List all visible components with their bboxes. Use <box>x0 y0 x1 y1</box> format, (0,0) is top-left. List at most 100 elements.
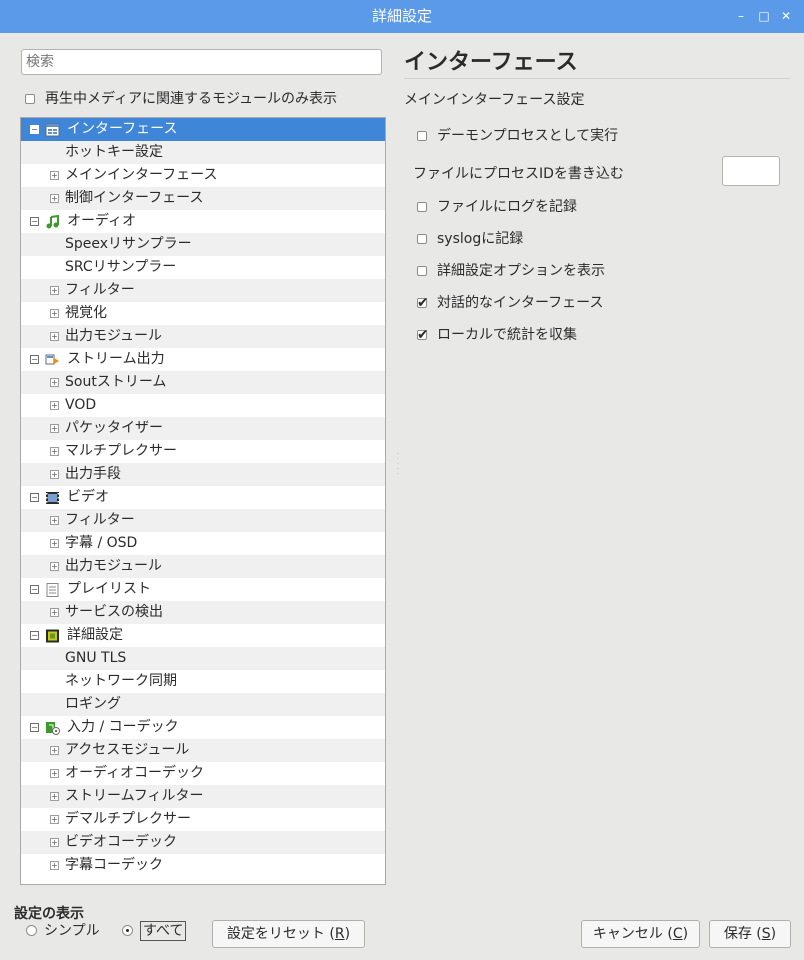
splitter-handle[interactable]: · · · · · <box>397 452 399 478</box>
interactive-checkbox[interactable]: ✔ <box>417 295 429 311</box>
tree-item[interactable]: + ストリームフィルター <box>21 785 385 808</box>
tree-item[interactable]: − 入力 / コーデック <box>21 716 385 739</box>
expand-icon[interactable]: + <box>50 194 59 203</box>
expand-icon[interactable]: + <box>50 332 59 341</box>
log-file-checkbox[interactable] <box>417 202 427 212</box>
tree-item[interactable]: + フィルター <box>21 279 385 302</box>
tree-item[interactable]: + 字幕 / OSD <box>21 532 385 555</box>
tree-item[interactable]: + 字幕コーデック <box>21 854 385 877</box>
tree-item[interactable]: + ビデオコーデック <box>21 831 385 854</box>
tree-item[interactable]: + 制御インターフェース <box>21 187 385 210</box>
stats-checkbox[interactable]: ✔ <box>417 327 429 343</box>
tree-item[interactable]: + 出力モジュール <box>21 325 385 348</box>
collapse-icon[interactable]: − <box>30 125 39 134</box>
audio-icon <box>45 214 60 229</box>
minimize-icon[interactable]: – <box>734 9 748 23</box>
collapse-icon[interactable]: − <box>30 493 39 502</box>
expand-icon[interactable]: + <box>50 608 59 617</box>
playlist-icon <box>45 582 60 597</box>
collapse-icon[interactable]: − <box>30 723 39 732</box>
tree-item[interactable]: ネットワーク同期 <box>21 670 385 693</box>
only-playing-label: 再生中メディアに関連するモジュールのみ表示 <box>45 91 338 107</box>
expand-icon[interactable]: + <box>50 470 59 479</box>
tree-item-label: プレイリスト <box>67 581 151 597</box>
tree-item[interactable]: + サービスの検出 <box>21 601 385 624</box>
tree-item[interactable]: Speexリサンプラー <box>21 233 385 256</box>
tree-item-label: アクセスモジュール <box>65 742 190 758</box>
tree-item[interactable]: + 出力モジュール <box>21 555 385 578</box>
maximize-icon[interactable]: □ <box>757 9 771 23</box>
tree-item-label: ホットキー設定 <box>65 144 163 160</box>
expand-icon[interactable]: + <box>50 516 59 525</box>
tree-item[interactable]: + 出力手段 <box>21 463 385 486</box>
tree-item-label: 制御インターフェース <box>65 190 204 206</box>
tree-item-label: GNU TLS <box>65 650 127 666</box>
tree-item[interactable]: − オーディオ <box>21 210 385 233</box>
tree-item[interactable]: + Soutストリーム <box>21 371 385 394</box>
expand-icon[interactable]: + <box>50 562 59 571</box>
tree-item[interactable]: + VOD <box>21 394 385 417</box>
expand-icon[interactable]: + <box>50 171 59 180</box>
simple-radio-button[interactable] <box>26 925 37 936</box>
tree-item-label: デマルチプレクサー <box>65 811 191 827</box>
tree-item[interactable]: − 詳細設定 <box>21 624 385 647</box>
tree-item-label: Speexリサンプラー <box>65 236 192 252</box>
advanced-icon <box>45 628 60 643</box>
panel-title: インターフェース <box>404 50 578 75</box>
cancel-button[interactable]: キャンセル (C) <box>581 920 700 948</box>
collapse-icon[interactable]: − <box>30 585 39 594</box>
category-tree[interactable]: − インターフェース ホットキー設定 + メインインターフェース + 制御インターフェース −… <box>20 117 386 885</box>
tree-item-label: パケッタイザー <box>65 420 163 436</box>
expand-icon[interactable]: + <box>50 309 59 318</box>
stats-label: ローカルで統計を収集 <box>437 327 577 343</box>
expand-icon[interactable]: + <box>50 286 59 295</box>
tree-item-label: 字幕 / OSD <box>65 535 138 551</box>
expand-icon[interactable]: + <box>50 378 59 387</box>
expand-icon[interactable]: + <box>50 792 59 801</box>
tree-item[interactable]: + オーディオコーデック <box>21 762 385 785</box>
collapse-icon[interactable]: − <box>30 631 39 640</box>
only-playing-checkbox[interactable] <box>25 94 35 104</box>
expand-icon[interactable]: + <box>50 815 59 824</box>
expand-icon[interactable]: + <box>50 539 59 548</box>
tree-item[interactable]: + パケッタイザー <box>21 417 385 440</box>
interactive-label: 対話的なインターフェース <box>437 295 604 311</box>
tree-item[interactable]: − プレイリスト <box>21 578 385 601</box>
tree-item[interactable]: + 視覚化 <box>21 302 385 325</box>
tree-item[interactable]: + メインインターフェース <box>21 164 385 187</box>
collapse-icon[interactable]: − <box>30 217 39 226</box>
tree-item[interactable]: SRCリサンプラー <box>21 256 385 279</box>
expand-icon[interactable]: + <box>50 401 59 410</box>
all-radio-button[interactable] <box>122 925 133 936</box>
expand-icon[interactable]: + <box>50 769 59 778</box>
tree-item-label: ストリームフィルター <box>65 788 204 804</box>
search-input[interactable] <box>21 49 382 75</box>
tree-item[interactable]: + デマルチプレクサー <box>21 808 385 831</box>
check-mark-icon: ✔ <box>417 295 429 311</box>
daemon-checkbox[interactable] <box>417 131 427 141</box>
advanced-options-label: 詳細設定オプションを表示 <box>437 263 605 279</box>
syslog-checkbox[interactable] <box>417 234 427 244</box>
expand-icon[interactable]: + <box>50 424 59 433</box>
tree-item[interactable]: ホットキー設定 <box>21 141 385 164</box>
save-button[interactable]: 保存 (S) <box>709 920 791 948</box>
tree-item[interactable]: ロギング <box>21 693 385 716</box>
close-icon[interactable]: ✕ <box>779 9 793 23</box>
expand-icon[interactable]: + <box>50 838 59 847</box>
expand-icon[interactable]: + <box>50 861 59 870</box>
tree-item[interactable]: − インターフェース <box>21 118 385 141</box>
tree-item[interactable]: + フィルター <box>21 509 385 532</box>
tree-item[interactable]: GNU TLS <box>21 647 385 670</box>
advanced-options-checkbox[interactable] <box>417 266 427 276</box>
tree-item[interactable]: − ストリーム出力 <box>21 348 385 371</box>
tree-item[interactable]: − ビデオ <box>21 486 385 509</box>
tree-item-label: インターフェース <box>67 121 178 137</box>
save-shortcut: S <box>761 926 771 942</box>
expand-icon[interactable]: + <box>50 746 59 755</box>
tree-item[interactable]: + アクセスモジュール <box>21 739 385 762</box>
expand-icon[interactable]: + <box>50 447 59 456</box>
pid-file-input[interactable] <box>722 156 780 186</box>
tree-item[interactable]: + マルチプレクサー <box>21 440 385 463</box>
reset-button[interactable]: 設定をリセット (R) <box>212 920 365 948</box>
collapse-icon[interactable]: − <box>30 355 39 364</box>
